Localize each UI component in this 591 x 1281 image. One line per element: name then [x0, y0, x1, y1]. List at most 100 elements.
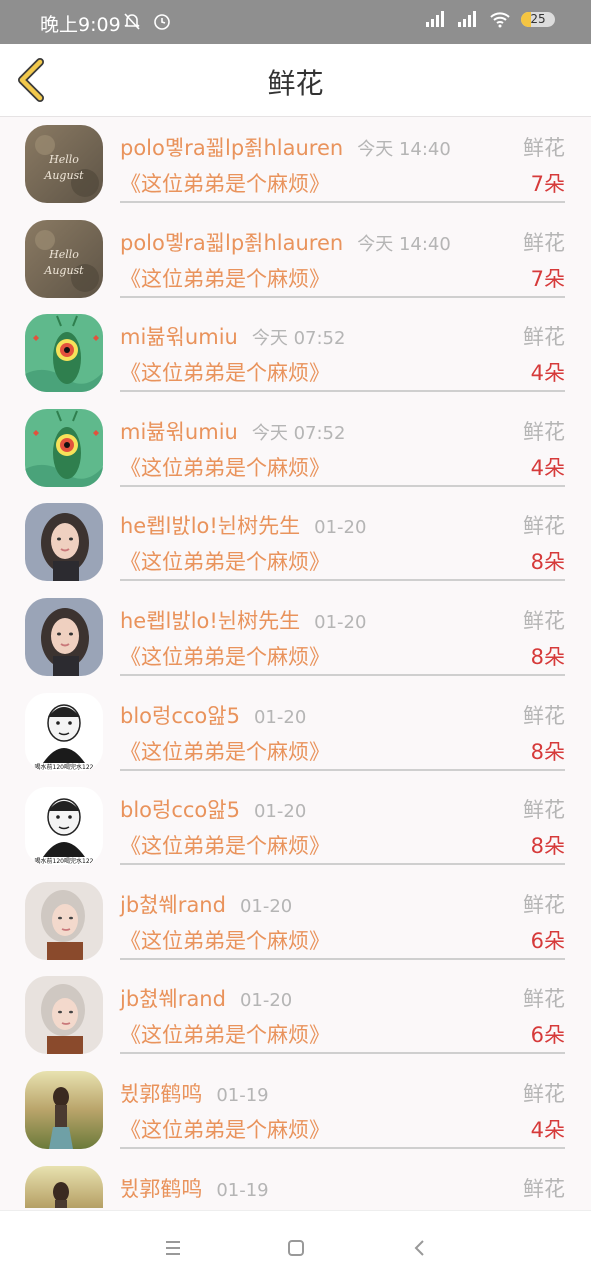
- timestamp: 今天 14:40: [357, 233, 451, 255]
- home-nav-button[interactable]: [281, 1233, 311, 1263]
- user-name: he뢥l밠lo!뉜树先生 01-20: [120, 605, 366, 635]
- timestamp: 今天 14:40: [357, 139, 451, 160]
- home-icon: [288, 1240, 304, 1256]
- avatar[interactable]: Hello August: [25, 125, 103, 203]
- divider: [120, 768, 565, 771]
- list-item[interactable]: mi뷺윆umiu 今天 07:52 鲜花 《这位弟弟是个麻烦》 4朵: [0, 307, 591, 402]
- avatar[interactable]: Hello August: [25, 219, 103, 298]
- user-name-text: he뢥l밠lo!뉜树先生: [120, 514, 301, 539]
- status-time: 晚上9:09: [40, 14, 121, 36]
- user-name: polo몧ra꾋lp죍hlauren 今天 14:40: [120, 132, 451, 162]
- gift-type-label: 鲜花: [523, 703, 565, 728]
- book-title: 《这位弟弟是个麻烦》: [120, 928, 330, 953]
- avatar-caption: Hello: [48, 248, 79, 261]
- divider: [120, 863, 565, 866]
- timestamp: 01-20: [239, 990, 293, 1012]
- notifications-off-icon: [124, 13, 140, 30]
- list-item[interactable]: jb쳜쒜rand 01-20 鲜花 《这位弟弟是个麻烦》 6朵: [0, 969, 591, 1064]
- timestamp: 今天 07:52: [251, 422, 346, 444]
- list-item[interactable]: 뷨郭鹤鸣 01-19 鲜花《这位弟弟是个麻烦》 4朵: [0, 1064, 591, 1159]
- gift-type-label: 鲜花: [523, 1081, 565, 1106]
- user-name-text: blo렁cco앒5: [120, 703, 240, 728]
- user-name-text: mi뷺윆umiu: [120, 325, 238, 350]
- book-title: 《这位弟弟是个麻烦》: [120, 266, 330, 291]
- avatar[interactable]: [25, 976, 103, 1055]
- system-nav-bar: [0, 1210, 591, 1281]
- book-title: 《这位弟弟是个麻烦》: [120, 1117, 330, 1142]
- list-item[interactable]: 喝水前120喝完水122 blo렁cco앒5 01-20 鲜花 《这位弟弟是个麻烦》 8朵: [0, 686, 591, 781]
- book-title: 《这位弟弟是个麻烦》: [120, 644, 330, 669]
- back-nav-button[interactable]: [405, 1233, 435, 1263]
- avatar[interactable]: [25, 597, 103, 676]
- divider: [120, 484, 565, 487]
- user-name-text: jb쳜쒜rand: [120, 892, 226, 917]
- timestamp: 01-19: [216, 1179, 269, 1201]
- battery-icon: 25: [521, 11, 555, 27]
- divider: [120, 295, 565, 298]
- gift-type-label: 鲜花: [523, 419, 565, 444]
- avatar[interactable]: 喝水前120喝完水122: [25, 787, 103, 866]
- gift-type-label: 鲜花: [523, 608, 565, 633]
- app-header: 鲜花: [0, 44, 591, 117]
- flower-count: 6朵: [530, 1023, 565, 1048]
- list-item[interactable]: he뢥l밠lo!뉜树先生 01-20 鲜花《这位弟弟是个麻烦》 8朵: [0, 496, 591, 591]
- divider: [120, 673, 565, 676]
- book-title: 《这位弟弟是个麻烦》: [120, 739, 330, 764]
- gift-type-label: 鲜花: [523, 892, 565, 917]
- menu-icon: [166, 1241, 180, 1255]
- avatar[interactable]: [25, 1165, 103, 1208]
- svg-text:August: August: [43, 264, 84, 277]
- book-title: 《这位弟弟是个麻烦》: [120, 550, 330, 575]
- user-name-text: 뷨郭鹤鸣: [120, 1176, 203, 1201]
- gift-type-label: 鲜花: [523, 1176, 565, 1201]
- list-item[interactable]: Hello August polo몧ra꾋lp죍hlauren 今天 14:40 鲜花《…: [0, 118, 591, 213]
- divider: [120, 579, 565, 582]
- avatar[interactable]: [25, 1070, 103, 1149]
- list-item[interactable]: mi뷺윆umiu 今天 07:52 鲜花《这位弟弟是个麻烦》 4朵: [0, 402, 591, 497]
- user-name-text: polo몧ra꾋lp죍hlauren: [120, 136, 344, 160]
- timestamp: 01-20: [253, 801, 307, 823]
- list-item[interactable]: jb쳜쒜rand 01-20 鲜花《这位弟弟是个麻烦》 6朵: [0, 875, 591, 970]
- timestamp: 01-20: [239, 895, 293, 917]
- avatar-caption: Hello: [48, 153, 79, 166]
- flower-count: 4朵: [530, 1117, 565, 1142]
- flower-count: 7朵: [530, 172, 565, 196]
- list-item[interactable]: 뷨郭鹤鸣 01-19 鲜花: [0, 1159, 591, 1208]
- menu-nav-button[interactable]: [158, 1233, 188, 1263]
- gift-type-label: 鲜花: [523, 136, 565, 160]
- signal-icon: [426, 11, 444, 27]
- flower-count: 4朵: [530, 361, 565, 386]
- timestamp: 01-20: [314, 517, 367, 539]
- list-item[interactable]: he뢥l밠lo!뉜树先生 01-20 鲜花《这位弟弟是个麻烦》 8朵: [0, 591, 591, 686]
- book-title: 《这位弟弟是个麻烦》: [120, 455, 330, 480]
- user-name: 뷨郭鹤鸣 01-19: [120, 1078, 269, 1108]
- timestamp: 今天 07:52: [251, 328, 346, 350]
- flower-count: 8朵: [530, 550, 565, 575]
- list-item[interactable]: Hello August polo몧ra꾋lp죍hlauren 今天 14:40 鲜花《…: [0, 213, 591, 308]
- avatar[interactable]: [25, 408, 103, 487]
- gift-type-label: 鲜花: [523, 514, 565, 539]
- user-name-text: mi뷺윆umiu: [120, 419, 238, 444]
- user-name: mi뷺윆umiu 今天 07:52: [120, 321, 345, 351]
- divider: [120, 201, 565, 203]
- divider: [120, 390, 565, 393]
- user-name: 뷨郭鹤鸣 01-19: [120, 1173, 269, 1203]
- user-name: he뢥l밠lo!뉜树先生 01-20: [120, 510, 366, 540]
- gift-type-label: 鲜花: [523, 798, 565, 823]
- flower-count: 8朵: [530, 644, 565, 669]
- avatar[interactable]: [25, 881, 103, 960]
- avatar[interactable]: 喝水前120喝完水122: [25, 692, 103, 771]
- flower-count: 6朵: [530, 928, 565, 953]
- page-title: 鲜花: [267, 67, 324, 100]
- avatar[interactable]: [25, 314, 103, 393]
- flower-count: 7朵: [530, 266, 565, 291]
- divider: [120, 957, 565, 960]
- avatar[interactable]: [25, 503, 103, 582]
- list-item[interactable]: 喝水前120喝完水122 blo렁cco앒5 01-20 鲜花 《这位弟弟是个麻烦》 8朵: [0, 780, 591, 875]
- book-title: 《这位弟弟是个麻烦》: [120, 361, 330, 386]
- wifi-icon: [490, 12, 510, 28]
- divider: [120, 1052, 565, 1055]
- timestamp: 01-20: [314, 611, 367, 633]
- book-title: 《这位弟弟是个麻烦》: [120, 834, 330, 859]
- flower-count: 4朵: [530, 455, 565, 480]
